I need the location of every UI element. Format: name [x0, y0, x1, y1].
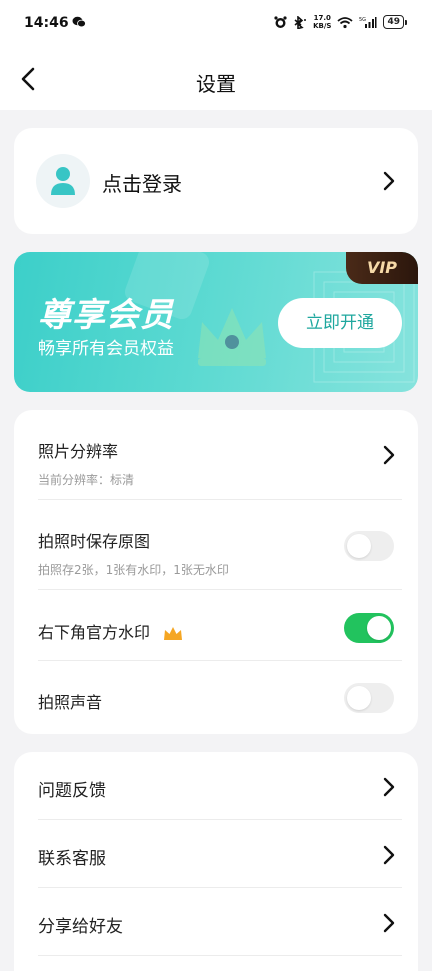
crown-icon: [164, 626, 183, 640]
vip-badge: VIP: [346, 252, 418, 284]
setting-label: 拍照声音: [38, 693, 103, 712]
divider: [38, 955, 402, 956]
svg-text:5G: 5G: [359, 17, 366, 23]
setting-label: 照片分辨率: [38, 442, 119, 461]
status-icons: 17.0 KB/S 5G 49: [274, 14, 407, 30]
setting-row-save-original: 拍照时保存原图 拍照存2张，1张有水印，1张无水印: [38, 528, 394, 578]
toggle-knob: [347, 534, 371, 558]
settings-card: 照片分辨率 当前分辨率：标清 拍照时保存原图 拍照存2张，1张有水印，1张无水印…: [14, 410, 418, 734]
user-icon: [51, 167, 75, 195]
net-speed-value: 17.0: [313, 14, 331, 22]
setting-label: 右下角官方水印: [38, 623, 151, 642]
divider: [38, 589, 402, 590]
divider: [38, 660, 402, 661]
status-bar: 14:46 17.0 KB/S 5G 49: [0, 0, 432, 48]
wechat-notification-icon: [72, 16, 86, 28]
login-card[interactable]: 点击登录: [14, 128, 418, 234]
chevron-right-icon[interactable]: [380, 776, 398, 798]
vip-subtitle: 畅享所有会员权益: [38, 339, 174, 359]
watermark-toggle[interactable]: [344, 613, 394, 643]
setting-row-watermark: 右下角官方水印: [38, 619, 394, 643]
crown-decoration-icon: [198, 308, 266, 366]
chevron-right-icon[interactable]: [380, 444, 398, 466]
menu-card: 问题反馈 联系客服 分享给好友: [14, 752, 418, 971]
vip-banner[interactable]: 尊享会员 畅享所有会员权益 VIP 立即开通: [14, 252, 418, 392]
setting-row-shutter-sound: 拍照声音: [38, 689, 394, 713]
net-speed: 17.0 KB/S: [313, 14, 331, 30]
wifi-icon: [337, 16, 354, 28]
divider: [38, 819, 402, 820]
avatar: [36, 154, 90, 208]
setting-label: 拍照时保存原图: [38, 532, 151, 551]
toggle-knob: [347, 686, 371, 710]
divider: [38, 499, 402, 500]
battery-indicator: 49: [383, 15, 407, 29]
signal-icon: 5G: [359, 16, 377, 28]
vip-title: 尊享会员: [38, 295, 174, 334]
vip-activate-button[interactable]: 立即开通: [278, 298, 402, 348]
chevron-right-icon[interactable]: [380, 844, 398, 866]
bluetooth-icon: [294, 15, 307, 29]
setting-row-resolution[interactable]: 照片分辨率 当前分辨率：标清: [38, 438, 394, 488]
menu-item-feedback[interactable]: 问题反馈: [38, 776, 106, 801]
status-time: 14:46: [24, 15, 69, 31]
alarm-icon: [274, 15, 287, 28]
toggle-knob: [367, 616, 391, 640]
setting-subtitle: 当前分辨率：标清: [38, 473, 135, 487]
shutter-sound-toggle[interactable]: [344, 683, 394, 713]
page-title: 设置: [196, 72, 236, 96]
save-original-toggle[interactable]: [344, 531, 394, 561]
chevron-right-icon[interactable]: [380, 912, 398, 934]
nav-bar: 设置: [0, 48, 432, 110]
divider: [38, 887, 402, 888]
setting-subtitle: 拍照存2张，1张有水印，1张无水印: [38, 563, 229, 577]
menu-item-customer-service[interactable]: 联系客服: [38, 844, 106, 869]
chevron-right-icon: [383, 171, 395, 191]
menu-item-share[interactable]: 分享给好友: [38, 912, 123, 937]
login-label: 点击登录: [102, 172, 182, 196]
net-speed-unit: KB/S: [313, 22, 332, 30]
